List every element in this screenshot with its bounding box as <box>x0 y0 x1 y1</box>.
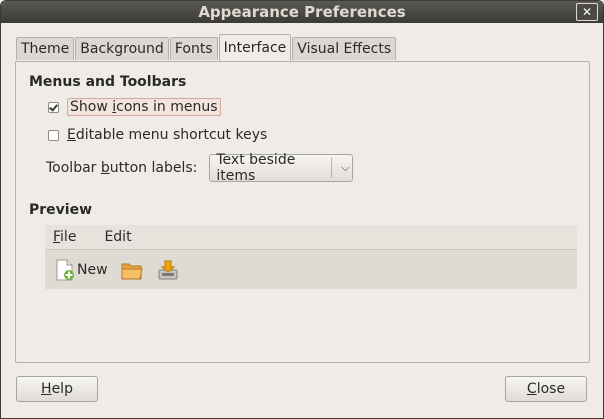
window-close-button[interactable]: ✕ <box>576 3 598 21</box>
toolbar-labels-combo[interactable]: Text beside items ⌵ <box>209 152 354 184</box>
tab-theme[interactable]: Theme <box>16 37 75 60</box>
toolbar-labels-label: Toolbar button labels: <box>46 160 198 176</box>
appearance-preferences-window: Appearance Preferences ✕ Theme Backgroun… <box>0 0 604 419</box>
open-folder-icon <box>120 258 144 282</box>
tab-background[interactable]: Background <box>75 37 169 60</box>
close-icon: ✕ <box>581 5 593 19</box>
menus-toolbars-heading: Menus and Toolbars <box>29 74 187 90</box>
window-title: Appearance Preferences <box>198 3 406 21</box>
tab-visual-effects[interactable]: Visual Effects <box>292 37 397 60</box>
close-button[interactable]: Close <box>505 376 587 402</box>
preview-menubar: File Edit <box>45 225 577 250</box>
editable-shortcuts-label[interactable]: Editable menu shortcut keys <box>67 127 267 143</box>
new-document-icon <box>53 258 77 282</box>
preview-toolbar: New <box>45 250 577 289</box>
editable-shortcuts-checkbox[interactable] <box>48 129 59 141</box>
preview-open-button[interactable] <box>120 258 144 282</box>
preview-heading: Preview <box>29 202 93 218</box>
preview-new-label: New <box>77 261 108 278</box>
title-bar[interactable]: Appearance Preferences ✕ <box>1 1 603 23</box>
help-button[interactable]: Help <box>16 376 98 402</box>
preview-menu-file[interactable]: File <box>53 229 90 245</box>
combo-separator <box>331 158 333 178</box>
tab-bar: Theme Background Fonts Interface Visual … <box>16 34 397 61</box>
show-icons-label[interactable]: Show icons in menus <box>67 98 221 116</box>
toolbar-labels-value: Text beside items <box>216 152 296 184</box>
chevron-down-icon: ⌵ <box>341 161 350 174</box>
preview-save-button[interactable] <box>156 258 180 282</box>
preview-new-button[interactable]: New <box>53 258 108 282</box>
preview-menu-edit[interactable]: Edit <box>104 229 131 245</box>
show-icons-row[interactable]: Show icons in menus <box>48 96 221 118</box>
editable-shortcuts-row[interactable]: Editable menu shortcut keys <box>48 124 267 146</box>
save-icon <box>156 258 180 282</box>
interface-panel: Menus and Toolbars Show icons in menus E… <box>15 61 590 363</box>
tab-interface[interactable]: Interface <box>218 34 292 61</box>
show-icons-checkbox[interactable] <box>48 101 59 113</box>
preview-area: File Edit New <box>45 225 577 289</box>
toolbar-labels-row: Toolbar button labels: Text beside items… <box>46 152 354 184</box>
tab-fonts[interactable]: Fonts <box>169 37 218 60</box>
